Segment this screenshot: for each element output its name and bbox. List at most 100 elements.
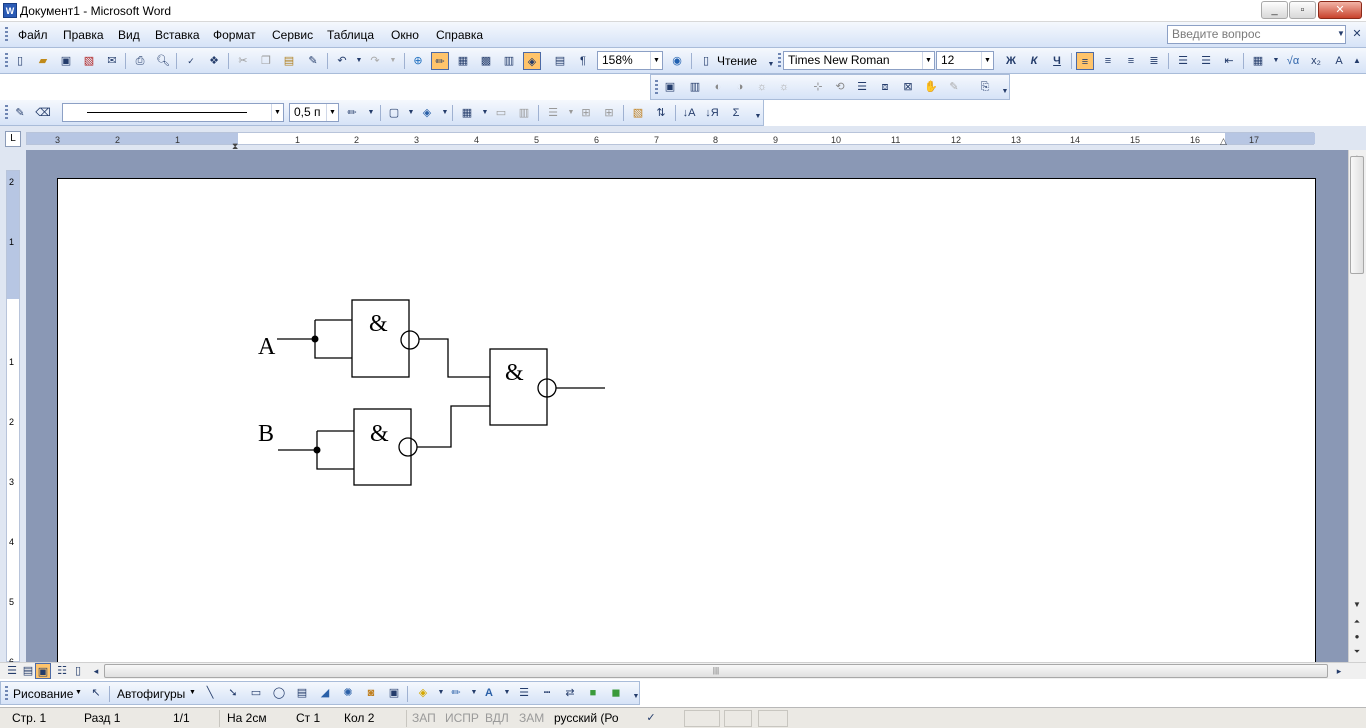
next-page-icon[interactable]: ⏷ bbox=[1349, 644, 1365, 660]
reading-mode-button[interactable]: Чтение bbox=[717, 54, 757, 68]
decrease-indent-icon[interactable]: ⇤ bbox=[1220, 52, 1238, 70]
menu-view[interactable]: Вид bbox=[118, 28, 140, 42]
maximize-button[interactable]: ▫ bbox=[1289, 1, 1316, 19]
right-indent-marker-icon[interactable]: △ bbox=[1220, 136, 1227, 147]
spelling-icon[interactable]: ✓ bbox=[182, 52, 200, 70]
help-icon[interactable]: ◉ bbox=[668, 52, 686, 70]
research-icon[interactable]: ❖ bbox=[205, 52, 223, 70]
outside-border-icon[interactable]: ▢ bbox=[385, 104, 403, 122]
toolbar-options-icon[interactable]: ▼ bbox=[749, 108, 767, 126]
open-folder-icon[interactable]: ▰ bbox=[34, 52, 52, 70]
logic-diagram[interactable]: A B & & & bbox=[58, 179, 1317, 669]
insert-table-icon[interactable]: ▦ bbox=[458, 104, 476, 122]
dropdown-arrow-icon[interactable]: ▼ bbox=[498, 684, 516, 702]
equation-icon[interactable]: √α bbox=[1284, 52, 1302, 70]
compress-icon[interactable]: ⧈ bbox=[876, 78, 894, 96]
menu-file[interactable]: Файл bbox=[18, 28, 48, 42]
bullets-icon[interactable]: ☰ bbox=[1197, 52, 1215, 70]
textbox-tool-icon[interactable]: ▤ bbox=[293, 684, 311, 702]
menu-window[interactable]: Окно bbox=[391, 28, 419, 42]
tables-borders-icon[interactable]: ✏ bbox=[431, 52, 449, 70]
text-direction-icon[interactable]: ⇅ bbox=[652, 104, 670, 122]
select-objects-icon[interactable]: ↖ bbox=[87, 684, 105, 702]
tab-selector[interactable]: L bbox=[5, 131, 21, 147]
shadow-style-icon[interactable]: ■ bbox=[584, 684, 602, 702]
toolbar-grip[interactable] bbox=[778, 53, 781, 69]
document-map-icon[interactable]: ▤ bbox=[551, 52, 569, 70]
menu-insert[interactable]: Вставка bbox=[155, 28, 200, 42]
menu-tools[interactable]: Сервис bbox=[272, 28, 313, 42]
status-language[interactable]: русский (Ро bbox=[554, 711, 619, 725]
color-icon[interactable]: ▥ bbox=[686, 78, 704, 96]
more-contrast-icon[interactable]: ◐ bbox=[709, 78, 727, 96]
scroll-right-icon[interactable]: ▸ bbox=[1330, 663, 1348, 679]
insert-picture-icon[interactable]: ▣ bbox=[385, 684, 403, 702]
close-document-icon[interactable]: ✕ bbox=[1348, 25, 1366, 43]
clipart-icon[interactable]: ◙ bbox=[362, 684, 380, 702]
menu-format[interactable]: Формат bbox=[213, 28, 256, 42]
less-brightness-icon[interactable]: ☼ bbox=[775, 78, 793, 96]
table-autoformat-icon[interactable]: ▧ bbox=[629, 104, 647, 122]
menu-help[interactable]: Справка bbox=[436, 28, 483, 42]
dash-style-icon[interactable]: ┅ bbox=[538, 684, 556, 702]
previous-page-icon[interactable]: ⏶ bbox=[1349, 614, 1365, 630]
status-overtype[interactable]: ЗАМ bbox=[519, 711, 544, 725]
close-button[interactable]: ✕ bbox=[1318, 1, 1362, 19]
scroll-left-icon[interactable]: ◂ bbox=[87, 663, 105, 679]
email-icon[interactable]: ✉ bbox=[103, 52, 121, 70]
italic-button[interactable]: К bbox=[1025, 52, 1043, 70]
align-left-icon[interactable]: ≡ bbox=[1076, 52, 1094, 70]
spelling-status-icon[interactable]: ✓ bbox=[642, 709, 660, 727]
toolbar-options-icon[interactable]: ▼ bbox=[627, 688, 645, 706]
save-icon[interactable]: ▣ bbox=[57, 52, 75, 70]
minimize-button[interactable]: _ bbox=[1261, 1, 1288, 19]
eraser-icon[interactable]: ⌫ bbox=[34, 104, 52, 122]
set-transparent-icon[interactable]: ✎ bbox=[945, 78, 963, 96]
redo-dropdown-icon[interactable]: ▼ bbox=[384, 52, 402, 70]
toolbar-grip[interactable] bbox=[655, 80, 658, 96]
copy-icon[interactable]: ❐ bbox=[257, 52, 275, 70]
line-color-icon[interactable]: ✏ bbox=[447, 684, 465, 702]
align-center-icon[interactable]: ≡ bbox=[1099, 52, 1117, 70]
insert-excel-icon[interactable]: ▩ bbox=[477, 52, 495, 70]
split-cells-icon[interactable]: ▥ bbox=[515, 104, 533, 122]
shading-color-icon[interactable]: ◈ bbox=[418, 104, 436, 122]
format-picture-icon[interactable]: ✋ bbox=[922, 78, 940, 96]
horizontal-scrollbar-thumb[interactable]: ||| bbox=[104, 664, 1328, 678]
line-style-select[interactable]: ▼ bbox=[62, 103, 284, 122]
horizontal-ruler[interactable]: 3 2 1 1 2 3 4 5 6 7 8 9 10 11 12 13 14 1… bbox=[26, 132, 1315, 145]
toolbar-grip[interactable] bbox=[5, 53, 8, 69]
bold-button[interactable]: Ж bbox=[1002, 52, 1020, 70]
menu-table[interactable]: Таблица bbox=[327, 28, 374, 42]
arrow-tool-icon[interactable]: ➘ bbox=[224, 684, 242, 702]
dropdown-arrow-icon[interactable]: ▼ bbox=[362, 104, 380, 122]
format-painter-icon[interactable]: ✎ bbox=[304, 52, 322, 70]
line-style-icon[interactable]: ☰ bbox=[853, 78, 871, 96]
toolbar-grip[interactable] bbox=[5, 105, 8, 121]
document-page[interactable]: A B & & & bbox=[57, 178, 1316, 668]
undo-icon[interactable]: ↶ bbox=[333, 52, 351, 70]
borders-icon[interactable]: ▦ bbox=[1249, 52, 1267, 70]
toolbar-grip[interactable] bbox=[5, 686, 8, 702]
insert-picture-icon[interactable]: ▣ bbox=[661, 78, 679, 96]
line-weight-select[interactable]: 0,5 п ▼ bbox=[289, 103, 339, 122]
permission-icon[interactable]: ▧ bbox=[80, 52, 98, 70]
align-right-icon[interactable]: ≡ bbox=[1122, 52, 1140, 70]
merge-cells-icon[interactable]: ▭ bbox=[492, 104, 510, 122]
new-document-icon[interactable]: ▯ bbox=[11, 52, 29, 70]
subscript-icon[interactable]: x₂ bbox=[1307, 52, 1325, 70]
line-tool-icon[interactable]: ╲ bbox=[201, 684, 219, 702]
word-app-icon[interactable]: W bbox=[3, 3, 17, 18]
rotate-icon[interactable]: ⟲ bbox=[831, 78, 849, 96]
browse-object-icon[interactable]: ● bbox=[1349, 629, 1365, 645]
border-color-icon[interactable]: ✏ bbox=[343, 104, 361, 122]
arrow-style-icon[interactable]: ⇄ bbox=[561, 684, 579, 702]
drawing-icon[interactable]: ◈ bbox=[523, 52, 541, 70]
zoom-select[interactable]: 158% ▼ bbox=[597, 51, 663, 70]
status-extend[interactable]: ВДЛ bbox=[485, 711, 509, 725]
oval-tool-icon[interactable]: ◯ bbox=[270, 684, 288, 702]
more-brightness-icon[interactable]: ☼ bbox=[753, 78, 771, 96]
numbering-icon[interactable]: ☰ bbox=[1174, 52, 1192, 70]
line-style-icon[interactable]: ☰ bbox=[515, 684, 533, 702]
toolbar-grip[interactable] bbox=[5, 27, 8, 43]
